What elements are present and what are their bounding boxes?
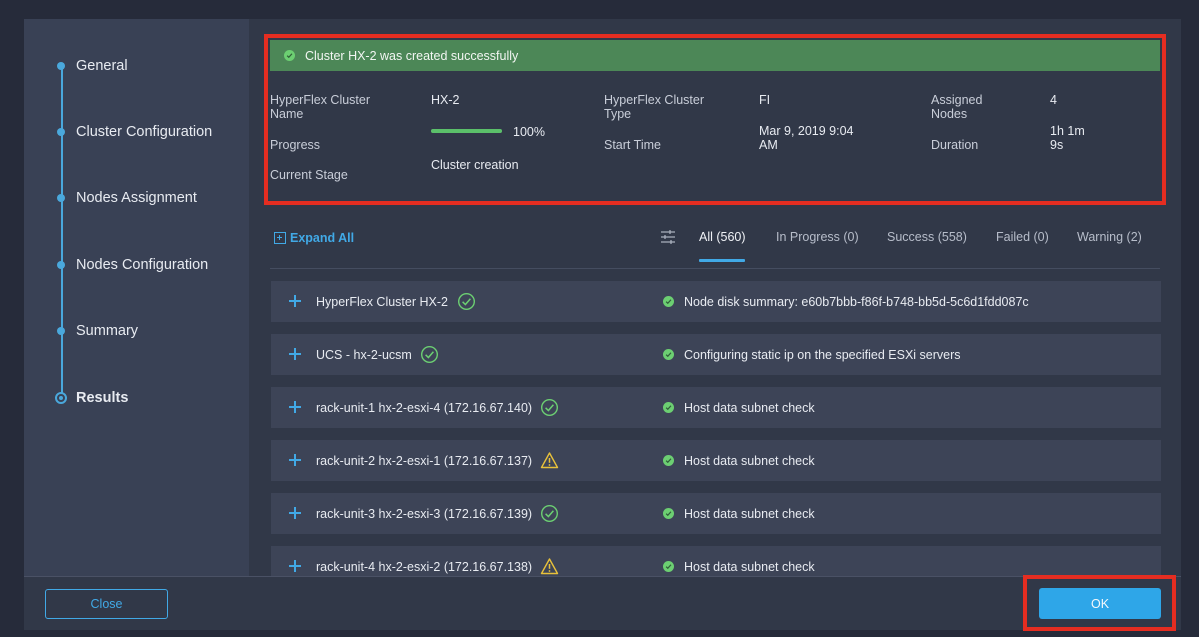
- step-label: Results: [76, 390, 129, 406]
- row-message: Host data subnet check: [663, 454, 815, 468]
- banner-message: Cluster HX-2 was created successfully: [305, 48, 519, 63]
- progress-bar: [431, 129, 502, 133]
- ok-button[interactable]: OK: [1039, 588, 1161, 619]
- tab-failed[interactable]: Failed (0): [996, 222, 1049, 262]
- warning-triangle-icon: [540, 452, 559, 469]
- progress-label: Progress: [270, 138, 321, 152]
- step-nodes-configuration[interactable]: Nodes Configuration: [56, 253, 208, 277]
- check-circle-icon: [663, 402, 674, 413]
- step-general[interactable]: General: [56, 54, 128, 78]
- check-circle-icon: [284, 50, 295, 61]
- current-stage-value: Cluster creation: [431, 158, 519, 172]
- step-label: General: [76, 58, 128, 74]
- start-time-label: Start Time: [604, 138, 661, 152]
- step-dot-active: [55, 392, 67, 404]
- result-row[interactable]: UCS - hx-2-ucsm Configuring static ip on…: [271, 334, 1161, 375]
- result-row[interactable]: rack-unit-3 hx-2-esxi-3 (172.16.67.139) …: [271, 493, 1161, 534]
- step-dot: [57, 62, 65, 70]
- assigned-nodes-label: Assigned Nodes: [931, 93, 983, 121]
- check-circle-icon: [663, 296, 674, 307]
- success-check-icon: [457, 292, 476, 311]
- row-name: rack-unit-2 hx-2-esxi-1 (172.16.67.137): [316, 453, 533, 468]
- expand-row-icon[interactable]: [289, 507, 301, 519]
- step-dot: [57, 128, 65, 136]
- result-row[interactable]: HyperFlex Cluster HX-2 Node disk summary…: [271, 281, 1161, 322]
- step-label: Summary: [76, 323, 139, 339]
- expand-row-icon[interactable]: [289, 348, 301, 360]
- expand-row-icon[interactable]: [289, 401, 301, 413]
- result-row[interactable]: rack-unit-2 hx-2-esxi-1 (172.16.67.137) …: [271, 440, 1161, 481]
- steps-progress-line: [61, 65, 63, 398]
- step-dot: [57, 327, 65, 335]
- tab-all[interactable]: All (560): [699, 222, 746, 262]
- current-stage-label: Current Stage: [270, 168, 348, 182]
- duration-value: 1h 1m 9s: [1050, 124, 1085, 152]
- step-nodes-assignment[interactable]: Nodes Assignment: [56, 186, 197, 210]
- success-check-icon: [540, 504, 559, 523]
- check-circle-icon: [663, 455, 674, 466]
- step-summary[interactable]: Summary: [56, 319, 138, 343]
- check-circle-icon: [663, 561, 674, 572]
- success-check-icon: [420, 345, 439, 364]
- wizard-dialog: General Cluster Configuration Nodes Assi…: [24, 19, 1181, 630]
- tab-warning[interactable]: Warning (2): [1077, 222, 1142, 262]
- step-label: Nodes Configuration: [76, 257, 209, 273]
- expand-row-icon[interactable]: [289, 454, 301, 466]
- success-check-icon: [540, 398, 559, 417]
- cluster-name-value: HX-2: [431, 93, 460, 107]
- result-row[interactable]: rack-unit-4 hx-2-esxi-2 (172.16.67.138) …: [271, 546, 1161, 576]
- cluster-type-label: HyperFlex Cluster Type: [604, 93, 705, 121]
- row-name: rack-unit-1 hx-2-esxi-4 (172.16.67.140): [316, 400, 533, 415]
- row-message: Host data subnet check: [663, 560, 815, 574]
- check-circle-icon: [663, 349, 674, 360]
- progress-value: 100%: [513, 125, 545, 139]
- row-name: UCS - hx-2-ucsm: [316, 347, 412, 362]
- cluster-type-value: FI: [759, 93, 771, 107]
- row-message: Host data subnet check: [663, 401, 815, 415]
- filter-sliders-icon[interactable]: [660, 229, 676, 245]
- step-cluster-configuration[interactable]: Cluster Configuration: [56, 120, 212, 144]
- tab-in-progress[interactable]: In Progress (0): [776, 222, 859, 262]
- start-time-value: Mar 9, 2019 9:04 AM: [759, 124, 854, 152]
- step-results[interactable]: Results: [55, 386, 128, 410]
- cluster-name-label: HyperFlex Cluster Name: [270, 93, 371, 121]
- row-message: Node disk summary: e60b7bbb-f86f-b748-bb…: [663, 295, 1029, 309]
- expand-plus-icon: [274, 232, 286, 244]
- step-dot: [57, 194, 65, 202]
- assigned-nodes-value: 4: [1050, 93, 1057, 107]
- step-dot: [57, 261, 65, 269]
- wizard-steps-sidebar: General Cluster Configuration Nodes Assi…: [24, 19, 249, 576]
- row-name: HyperFlex Cluster HX-2: [316, 294, 448, 309]
- duration-label: Duration: [931, 138, 979, 152]
- result-row[interactable]: rack-unit-1 hx-2-esxi-4 (172.16.67.140) …: [271, 387, 1161, 428]
- progress-bar-fill: [431, 129, 502, 133]
- row-message: Host data subnet check: [663, 507, 815, 521]
- row-message: Configuring static ip on the specified E…: [663, 348, 961, 362]
- dialog-footer: Close OK: [24, 576, 1181, 630]
- expand-all-link[interactable]: Expand All: [274, 231, 354, 245]
- row-name: rack-unit-3 hx-2-esxi-3 (172.16.67.139): [316, 506, 533, 521]
- step-label: Cluster Configuration: [76, 124, 213, 140]
- check-circle-icon: [663, 508, 674, 519]
- close-button[interactable]: Close: [45, 589, 168, 619]
- expand-row-icon[interactable]: [289, 295, 301, 307]
- tab-success[interactable]: Success (558): [887, 222, 967, 262]
- row-name: rack-unit-4 hx-2-esxi-2 (172.16.67.138): [316, 559, 533, 574]
- warning-triangle-icon: [540, 558, 559, 575]
- expand-row-icon[interactable]: [289, 560, 301, 572]
- step-label: Nodes Assignment: [76, 190, 197, 206]
- tabs-divider: [270, 268, 1160, 269]
- success-banner: Cluster HX-2 was created successfully: [270, 40, 1160, 71]
- expand-all-label: Expand All: [290, 231, 355, 245]
